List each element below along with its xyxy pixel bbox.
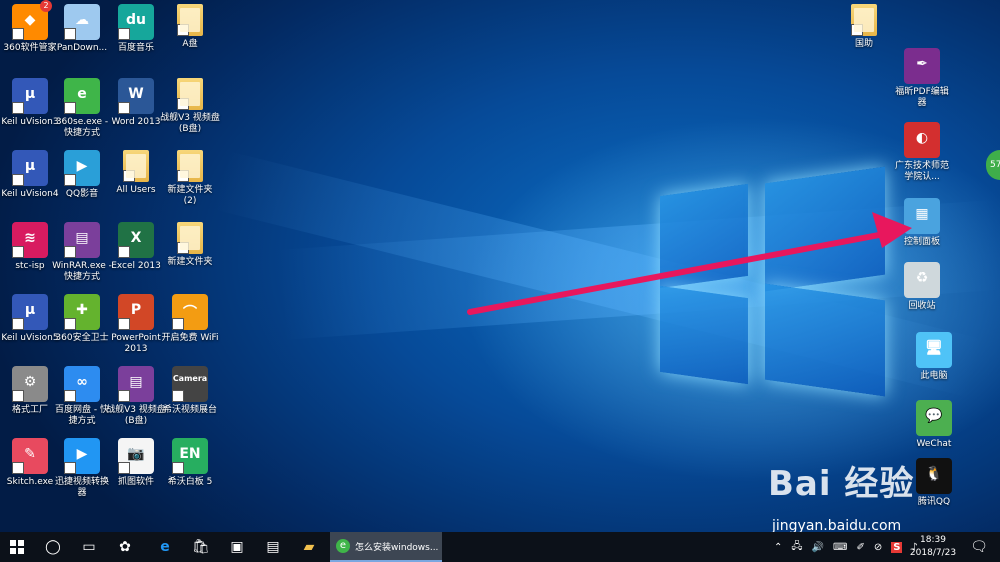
taskbar-file-explorer[interactable]: ▰ bbox=[292, 532, 326, 562]
edge-browser-icon: e bbox=[160, 539, 170, 555]
taskbar-pinned-app[interactable]: ✿ bbox=[108, 532, 142, 562]
search-button[interactable]: ◯ bbox=[36, 532, 70, 562]
volume-icon[interactable]: 🔊 bbox=[812, 542, 824, 553]
task-view-button[interactable]: ▭ bbox=[72, 532, 106, 562]
taskbar-store[interactable]: 🛍 bbox=[184, 532, 218, 562]
start-button[interactable] bbox=[0, 532, 34, 562]
network-icon[interactable]: 🖧 bbox=[791, 539, 802, 556]
store-bag-icon: 🛍 bbox=[192, 539, 210, 555]
active-task-label: 怎么安装windows... bbox=[355, 542, 439, 553]
desktop[interactable]: ◆ 2 360软件管家 ☁ PanDown... du 百度音乐 A盘 μ Keil uVisio… bbox=[0, 0, 1000, 532]
system-tray: ⌃ 🖧 🔊 ⌨ ✐ ⊘ S ♪ bbox=[774, 532, 918, 562]
clock-time: 18:39 bbox=[920, 535, 946, 545]
watermark-site: jingyan.baidu.com bbox=[772, 518, 902, 532]
window-app-icon: ▤ bbox=[266, 539, 280, 555]
windows-start-icon bbox=[10, 540, 24, 554]
edge-badge-text: 57 bbox=[990, 160, 1000, 170]
task-view-icon: ▭ bbox=[82, 539, 96, 555]
sogou-s-icon[interactable]: S bbox=[891, 541, 903, 553]
stop-icon[interactable]: ⊘ bbox=[874, 542, 882, 553]
taskbar-app[interactable]: ▣ bbox=[220, 532, 254, 562]
pen-icon[interactable]: ✐ bbox=[856, 542, 864, 553]
search-circle-icon: ◯ bbox=[45, 539, 61, 555]
taskbar: ◯ ▭ ✿ e 🛍 ▣ ▤ ▰ e 怎么安装windows... ⌃ 🖧 🔊 ⌨… bbox=[0, 532, 1000, 562]
360-browser-icon: e bbox=[336, 539, 350, 553]
notification-icon: 🗨 bbox=[970, 539, 988, 555]
annotation-arrow bbox=[467, 212, 912, 315]
watermark-brand: Bai 经验 bbox=[768, 464, 915, 504]
clock-date: 2018/7/23 bbox=[909, 548, 957, 558]
language-icon[interactable]: ⌨ bbox=[833, 542, 847, 553]
action-center-button[interactable]: 🗨 bbox=[962, 532, 996, 562]
taskbar-app[interactable]: ▤ bbox=[256, 532, 290, 562]
folder-icon: ▰ bbox=[303, 539, 315, 555]
active-task-button[interactable]: e 怎么安装windows... bbox=[330, 532, 442, 562]
baidu-watermark: Bai 经验 jingyan.baidu.com bbox=[768, 456, 988, 532]
pinwheel-app-icon: ✿ bbox=[119, 539, 131, 555]
taskbar-edge[interactable]: e bbox=[148, 532, 182, 562]
chevron-up-icon[interactable]: ⌃ bbox=[774, 542, 782, 553]
monitor-app-icon: ▣ bbox=[230, 539, 244, 555]
taskbar-clock[interactable]: 18:39 2018/7/23 bbox=[908, 534, 958, 560]
